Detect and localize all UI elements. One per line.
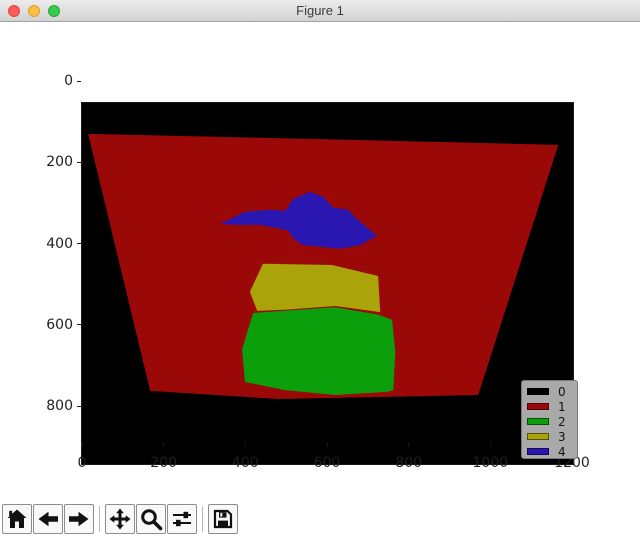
- x-tick-mark: [163, 443, 164, 447]
- y-tick-label: 600: [31, 317, 73, 333]
- legend-label: 2: [558, 416, 566, 428]
- magnifier-icon: [139, 507, 163, 531]
- x-tick-mark: [490, 443, 491, 447]
- y-tick-label: 200: [31, 154, 73, 170]
- pan-button[interactable]: [105, 504, 135, 534]
- legend-label: 3: [558, 431, 566, 443]
- y-tick-mark: [77, 243, 81, 244]
- back-button[interactable]: [33, 504, 63, 534]
- sliders-icon: [170, 507, 194, 531]
- title-bar[interactable]: Figure 1: [0, 0, 640, 22]
- legend-entry: 1: [527, 399, 577, 414]
- y-tick-mark: [77, 162, 81, 163]
- plot-axes[interactable]: [81, 102, 574, 465]
- legend-entry: 0: [527, 384, 577, 399]
- window-title: Figure 1: [296, 3, 344, 18]
- legend-swatch-icon: [527, 418, 549, 425]
- zoom-window-button[interactable]: [48, 5, 60, 17]
- legend-entry: 3: [527, 429, 577, 444]
- home-icon: [5, 507, 29, 531]
- x-tick-mark: [82, 443, 83, 447]
- y-tick-label: 0: [31, 73, 73, 89]
- close-button[interactable]: [8, 5, 20, 17]
- legend-swatch-icon: [527, 433, 549, 440]
- legend-label: 0: [558, 386, 566, 398]
- configure-subplots-button[interactable]: [167, 504, 197, 534]
- legend-label: 1: [558, 401, 566, 413]
- figure-window: Figure 1 0200400600800100012000200400600…: [0, 0, 640, 536]
- y-tick-mark: [77, 406, 81, 407]
- x-tick-label: 800: [385, 455, 433, 471]
- y-tick-mark: [77, 81, 81, 82]
- forward-button[interactable]: [64, 504, 94, 534]
- figure-canvas: 0200400600800100012000200400600800 01234: [0, 22, 640, 536]
- pan-icon: [108, 507, 132, 531]
- back-icon: [36, 507, 60, 531]
- x-tick-label: 1000: [466, 455, 514, 471]
- zoom-button[interactable]: [136, 504, 166, 534]
- y-tick-label: 800: [31, 398, 73, 414]
- minimize-button[interactable]: [28, 5, 40, 17]
- region-green-box-region: [242, 307, 395, 395]
- x-tick-label: 400: [221, 455, 269, 471]
- save-button[interactable]: [208, 504, 238, 534]
- x-tick-mark: [245, 443, 246, 447]
- x-tick-label: 200: [140, 455, 188, 471]
- save-icon: [211, 507, 235, 531]
- traffic-lights: [8, 0, 60, 21]
- toolbar-separator: [202, 506, 203, 532]
- x-tick-label: 600: [303, 455, 351, 471]
- y-tick-label: 400: [31, 236, 73, 252]
- segmentation-image: [82, 103, 573, 464]
- x-tick-mark: [408, 443, 409, 447]
- x-tick-mark: [327, 443, 328, 447]
- legend-entry: 2: [527, 414, 577, 429]
- legend-label: 4: [558, 446, 566, 458]
- forward-icon: [67, 507, 91, 531]
- legend-swatch-icon: [527, 448, 549, 455]
- toolbar-separator: [99, 506, 100, 532]
- navigation-toolbar: [2, 504, 238, 534]
- home-button[interactable]: [2, 504, 32, 534]
- y-tick-mark: [77, 324, 81, 325]
- legend: 0 1 2 3 4: [521, 380, 578, 459]
- legend-swatch-icon: [527, 403, 549, 410]
- x-tick-label: 0: [58, 455, 106, 471]
- legend-entry: 4: [527, 444, 577, 459]
- legend-swatch-icon: [527, 388, 549, 395]
